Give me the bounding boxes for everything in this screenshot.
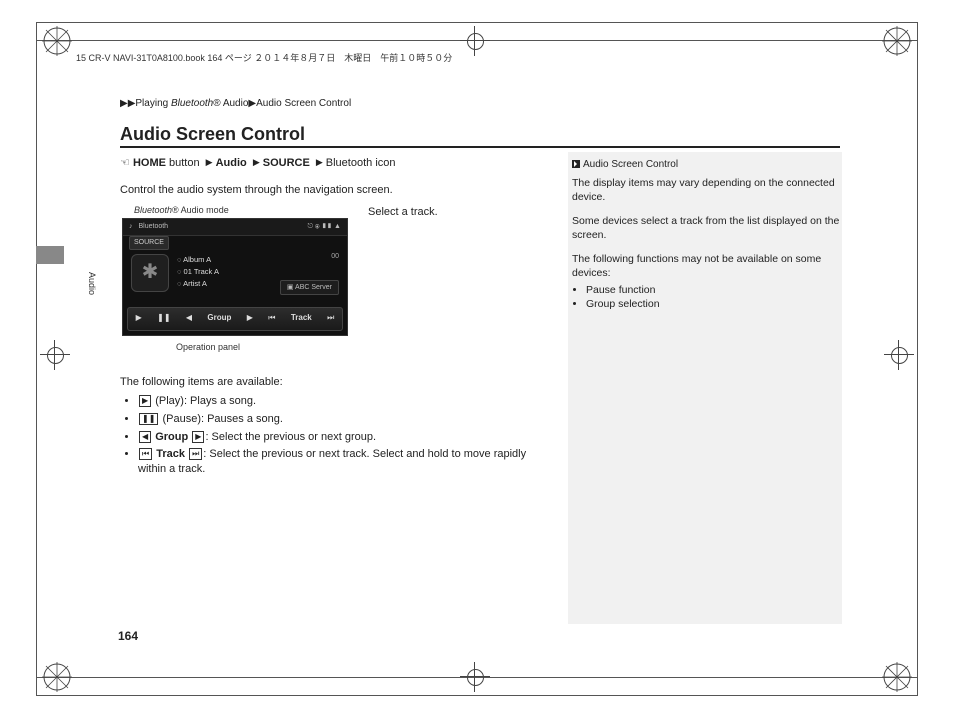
section-side-label: Audio bbox=[86, 272, 98, 295]
reg-mark bbox=[40, 24, 74, 58]
mode-label: Bluetooth® Audio mode bbox=[134, 204, 552, 216]
operation-panel[interactable]: ▶ ❚❚ ◀ Group ▶ ⏮ Track ⏭ bbox=[127, 307, 343, 331]
select-track-label: Select a track. bbox=[368, 205, 438, 220]
track-row: ◌ 01 Track A bbox=[177, 266, 219, 278]
next-group-icon[interactable]: ▶ bbox=[247, 313, 253, 324]
prev-track-icon[interactable]: ⏮ bbox=[268, 313, 275, 324]
prev-group-icon[interactable]: ◀ bbox=[186, 313, 192, 324]
screen-preview: ♪ Bluetooth ⎋ ⦿ ▮▮ ▲ SOURCE ✱ ◌ Album A … bbox=[122, 218, 348, 336]
right-icon: ▶ bbox=[192, 431, 204, 443]
page-title: Audio Screen Control bbox=[120, 122, 305, 146]
bluetooth-icon: ✱ bbox=[131, 254, 169, 292]
print-header: 15 CR-V NAVI-31T0A8100.book 164 ページ ２０１４… bbox=[76, 52, 876, 64]
crop-mark bbox=[460, 662, 490, 692]
play-icon[interactable]: ▶ bbox=[136, 313, 142, 324]
reg-mark bbox=[880, 24, 914, 58]
music-icon: ♪ bbox=[129, 222, 133, 231]
thumb-tab bbox=[36, 246, 64, 264]
nav-path: ☜ HOME button ▶Audio ▶SOURCE ▶Bluetooth … bbox=[120, 156, 552, 171]
album-row: ◌ Album A bbox=[177, 254, 219, 266]
sidebar-notes: Audio Screen Control The display items m… bbox=[572, 156, 840, 311]
finger-icon: ☜ bbox=[120, 157, 130, 169]
crop-mark bbox=[884, 340, 914, 370]
breadcrumb: ▶▶Playing Bluetooth® Audio▶Audio Screen … bbox=[120, 97, 351, 111]
next-icon: ⏭ bbox=[189, 448, 202, 460]
next-track-icon[interactable]: ⏭ bbox=[327, 313, 334, 324]
available-items: The following items are available: ▶ (Pl… bbox=[120, 375, 552, 477]
reg-mark bbox=[40, 660, 74, 694]
artist-row: ◌ Artist A bbox=[177, 278, 219, 290]
reg-mark bbox=[880, 660, 914, 694]
page-number: 164 bbox=[118, 628, 138, 644]
operation-panel-label: Operation panel bbox=[176, 341, 552, 353]
status-icons: ⎋ ⦿ ▮▮ ▲ bbox=[307, 222, 341, 231]
pause-icon: ❚❚ bbox=[139, 413, 158, 425]
left-icon: ◀ bbox=[139, 431, 151, 443]
pause-icon[interactable]: ❚❚ bbox=[157, 313, 170, 324]
intro-text: Control the audio system through the nav… bbox=[120, 183, 552, 198]
arrow-icon bbox=[572, 160, 580, 168]
server-button[interactable]: ▣ ABC Server bbox=[280, 280, 339, 295]
source-button[interactable]: SOURCE bbox=[129, 236, 169, 249]
time-counter: 00 bbox=[331, 252, 339, 261]
title-rule bbox=[120, 146, 840, 148]
prev-icon: ⏮ bbox=[139, 448, 152, 460]
play-icon: ▶ bbox=[139, 395, 151, 407]
crop-mark bbox=[40, 340, 70, 370]
